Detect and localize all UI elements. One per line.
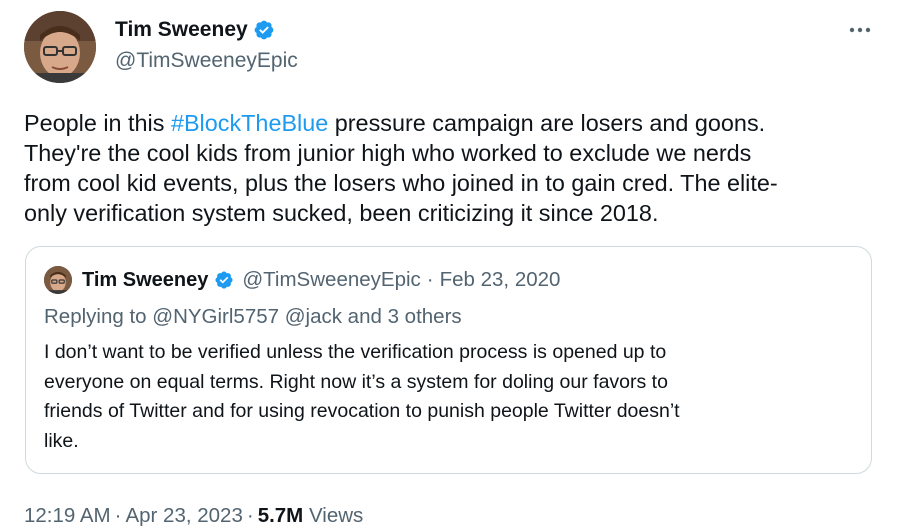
quoted-tweet-text: I don’t want to be verified unless the v… xyxy=(44,338,854,456)
tweet-line: from cool kid events, plus the losers wh… xyxy=(24,170,778,196)
tweet-meta: 12:19 AM · Apr 23, 2023 · 5.7M Views xyxy=(24,502,363,530)
tweet-view: Tim Sweeney @TimSweeneyEpic People in th… xyxy=(0,0,897,532)
author-avatar[interactable] xyxy=(24,11,96,83)
quoted-tweet-line: like. xyxy=(44,429,79,452)
tweet-text: People in this #BlockTheBlue pressure ca… xyxy=(24,108,874,228)
author-name-row: Tim Sweeney xyxy=(115,16,275,44)
views-count: 5.7M xyxy=(257,504,304,527)
author-handle[interactable]: @TimSweeneyEpic xyxy=(115,48,298,74)
separator-dot: · xyxy=(246,504,254,527)
tweet-line: only verification system sucked, been cr… xyxy=(24,200,659,226)
tweet-line: They're the cool kids from junior high w… xyxy=(24,140,752,166)
tweet-date[interactable]: Apr 23, 2023 xyxy=(125,504,242,527)
tweet-time[interactable]: 12:19 AM xyxy=(24,504,111,527)
tweet-line: People in this #BlockTheBlue pressure ca… xyxy=(24,108,874,138)
quoted-tweet-line: everyone on equal terms. Right now it’s … xyxy=(44,370,668,393)
quoted-tweet-line: friends of Twitter and for using revocat… xyxy=(44,400,680,422)
tweet-text-segment: pressure campaign are losers and goons. xyxy=(328,110,766,136)
tweet-text-segment: People in this xyxy=(24,110,171,136)
more-dots-icon[interactable] xyxy=(845,18,875,42)
views-label: Views xyxy=(308,504,364,527)
quoted-author-name[interactable]: Tim Sweeney xyxy=(82,267,208,293)
quoted-author-avatar[interactable] xyxy=(44,266,72,294)
verified-badge-icon[interactable] xyxy=(253,19,275,41)
hashtag-link[interactable]: #BlockTheBlue xyxy=(171,110,328,136)
verified-badge-icon xyxy=(214,270,234,290)
quoted-tweet-line: I don’t want to be verified unless the v… xyxy=(44,341,667,363)
author-name[interactable]: Tim Sweeney xyxy=(115,16,248,44)
quoted-author-handle[interactable]: @TimSweeneyEpic xyxy=(242,267,420,293)
replying-to: Replying to @NYGirl5757 @jack and 3 othe… xyxy=(44,305,462,328)
separator-dot: · xyxy=(114,504,122,527)
quoted-tweet-header: Tim Sweeney @TimSweeneyEpic · Feb 23, 20… xyxy=(44,266,560,294)
quoted-tweet-card[interactable]: Tim Sweeney @TimSweeneyEpic · Feb 23, 20… xyxy=(25,246,872,474)
quoted-tweet-date[interactable]: Feb 23, 2020 xyxy=(440,267,561,293)
separator-dot: · xyxy=(426,268,434,291)
